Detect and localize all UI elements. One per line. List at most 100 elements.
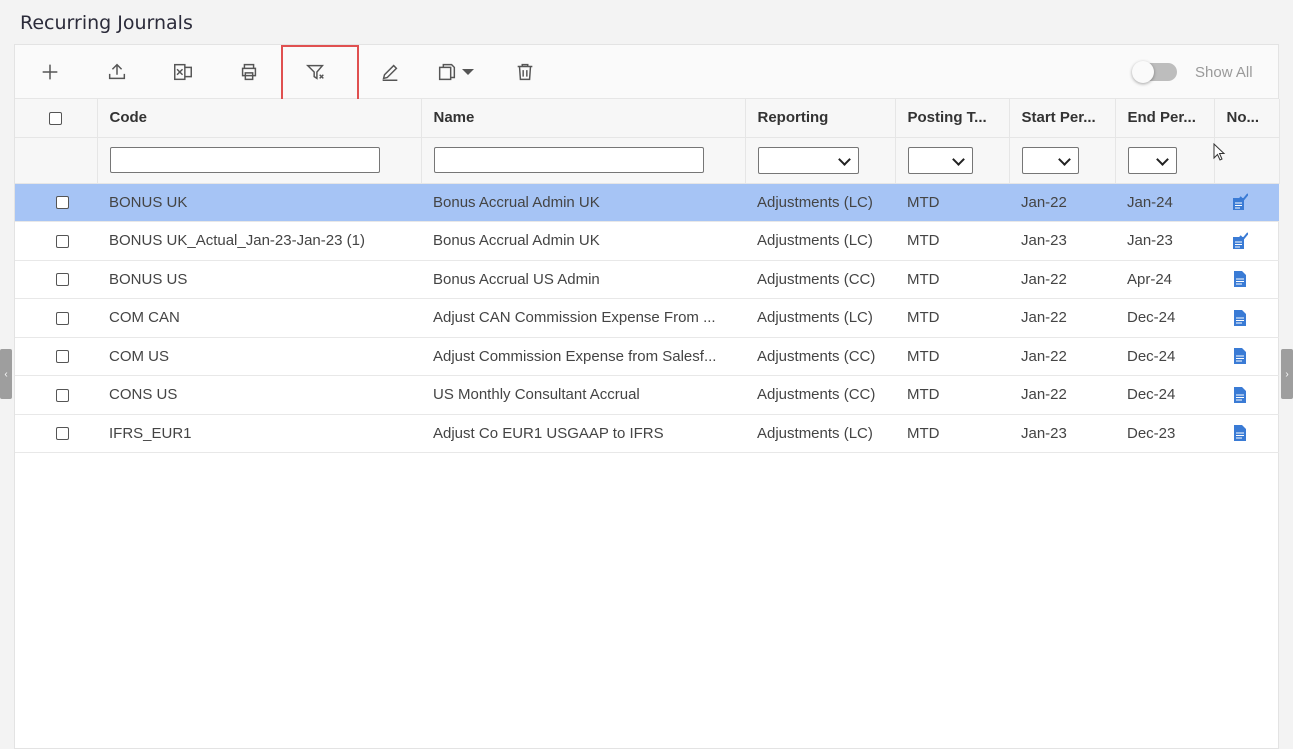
note-checked-icon[interactable]: [1232, 232, 1248, 250]
posting-filter-select[interactable]: [907, 146, 973, 174]
table-row[interactable]: BONUS US Bonus Accrual US Admin Adjustment…: [15, 260, 1279, 299]
cell-reporting: Adjustments (LC): [745, 414, 895, 453]
table-row[interactable]: COM CAN Adjust CAN Commission Expense Fro…: [15, 298, 1279, 338]
cell-name: US Monthly Consultant Accrual: [421, 375, 745, 415]
show-all-label: Show All: [1195, 64, 1253, 81]
row-checkbox-cell: [15, 375, 97, 415]
cell-code: CONS US: [97, 375, 421, 415]
show-all-toggle[interactable]: [1132, 61, 1177, 83]
row-checkbox[interactable]: [55, 234, 69, 248]
cell-posting-type: MTD: [895, 337, 1009, 376]
cell-name: Bonus Accrual Admin UK: [421, 183, 745, 222]
table-row[interactable]: IFRS_EUR1 Adjust Co EUR1 USGAAP to IFRS Ad…: [15, 414, 1279, 453]
row-checkbox[interactable]: [55, 388, 69, 402]
cell-reporting: Adjustments (CC): [745, 375, 895, 415]
reporting-filter-select[interactable]: [757, 146, 859, 174]
filter-row: [15, 137, 1280, 184]
print-button[interactable]: [236, 59, 262, 85]
document-icon[interactable]: [1232, 347, 1248, 365]
cell-start-period: Jan-22: [1009, 260, 1115, 299]
name-filter-input[interactable]: [433, 147, 704, 173]
cell-end-period: Jan-24: [1115, 183, 1214, 222]
copy-dropdown-icon: [438, 63, 456, 81]
cell-start-period: Jan-22: [1009, 375, 1115, 415]
column-header-start-period[interactable]: Start Per...: [1009, 99, 1116, 138]
cell-name: Adjust Commission Expense from Salesf...: [421, 337, 745, 376]
filter-cell-reporting: [745, 137, 896, 184]
column-header-reporting[interactable]: Reporting: [745, 99, 896, 138]
add-icon: [42, 64, 58, 80]
column-header-code[interactable]: Code: [97, 99, 422, 138]
cell-posting-type: MTD: [895, 298, 1009, 338]
start-period-filter-select[interactable]: [1021, 146, 1079, 174]
copy-dropdown-button[interactable]: [436, 59, 482, 85]
highlight-box: [281, 45, 359, 101]
table-row[interactable]: BONUS UK_Actual_Jan-23-Jan-23 (1) Bonus A…: [15, 221, 1279, 261]
left-panel-toggle[interactable]: ‹: [0, 349, 12, 399]
cell-posting-type: MTD: [895, 260, 1009, 299]
filter-cell-posting: [895, 137, 1010, 184]
filter-cell-end: [1115, 137, 1215, 184]
cell-start-period: Jan-22: [1009, 183, 1115, 222]
note-checked-icon[interactable]: [1232, 193, 1248, 211]
select-all-cell: [15, 99, 98, 138]
row-checkbox-cell: [15, 221, 97, 261]
column-header-posting-type[interactable]: Posting T...: [895, 99, 1010, 138]
document-icon[interactable]: [1232, 270, 1248, 288]
cell-notes: [1214, 298, 1279, 338]
chevron-left-icon: ‹: [4, 368, 8, 380]
row-checkbox[interactable]: [55, 196, 69, 210]
select-all-checkbox[interactable]: [49, 111, 63, 125]
table-row[interactable]: CONS US US Monthly Consultant Accrual Adju…: [15, 375, 1279, 415]
cell-posting-type: MTD: [895, 183, 1009, 222]
cell-code: COM US: [97, 337, 421, 376]
row-checkbox-cell: [15, 183, 97, 222]
document-icon[interactable]: [1232, 424, 1248, 442]
end-period-filter-select[interactable]: [1127, 146, 1177, 174]
table-row[interactable]: BONUS UK Bonus Accrual Admin UK Adjustment…: [15, 183, 1279, 222]
upload-icon: [108, 63, 126, 80]
table-row[interactable]: COM US Adjust Commission Expense from Sal…: [15, 337, 1279, 376]
cell-notes: [1214, 337, 1279, 376]
cell-reporting: Adjustments (LC): [745, 298, 895, 338]
column-header-notes[interactable]: No...: [1214, 99, 1280, 138]
row-checkbox[interactable]: [55, 350, 69, 364]
journals-panel: Show All Code Name Reporting Posting T..…: [14, 44, 1280, 749]
code-filter-input[interactable]: [109, 147, 380, 173]
filter-spacer: [15, 137, 98, 184]
chevron-right-icon: ›: [1285, 368, 1289, 380]
cell-start-period: Jan-22: [1009, 337, 1115, 376]
right-panel-toggle[interactable]: ›: [1281, 349, 1293, 399]
row-checkbox-cell: [15, 298, 97, 338]
row-checkbox[interactable]: [55, 427, 69, 441]
delete-icon: [517, 63, 533, 81]
cell-notes: [1214, 260, 1279, 299]
column-header-end-period[interactable]: End Per...: [1115, 99, 1215, 138]
row-checkbox[interactable]: [55, 273, 69, 287]
row-checkbox[interactable]: [55, 311, 69, 325]
cell-start-period: Jan-22: [1009, 298, 1115, 338]
cell-code: BONUS US: [97, 260, 421, 299]
cell-reporting: Adjustments (CC): [745, 260, 895, 299]
chevron-down-icon: [462, 69, 474, 75]
edit-button[interactable]: [377, 59, 403, 85]
column-header-name[interactable]: Name: [421, 99, 746, 138]
edit-icon: [382, 64, 398, 81]
cell-code: BONUS UK: [97, 183, 421, 222]
document-icon[interactable]: [1232, 309, 1248, 327]
row-checkbox-cell: [15, 260, 97, 299]
add-button[interactable]: [37, 59, 63, 85]
cell-reporting: Adjustments (LC): [745, 183, 895, 222]
excel-export-button[interactable]: [170, 59, 196, 85]
delete-button[interactable]: [512, 59, 538, 85]
cell-code: COM CAN: [97, 298, 421, 338]
cell-code: BONUS UK_Actual_Jan-23-Jan-23 (1): [97, 221, 421, 261]
toolbar: Show All: [15, 45, 1278, 101]
cell-start-period: Jan-23: [1009, 414, 1115, 453]
cell-end-period: Apr-24: [1115, 260, 1214, 299]
page-title: Recurring Journals: [20, 12, 193, 34]
document-icon[interactable]: [1232, 386, 1248, 404]
filter-cell-code: [97, 137, 422, 184]
cell-notes: [1214, 183, 1279, 222]
upload-button[interactable]: [104, 59, 130, 85]
